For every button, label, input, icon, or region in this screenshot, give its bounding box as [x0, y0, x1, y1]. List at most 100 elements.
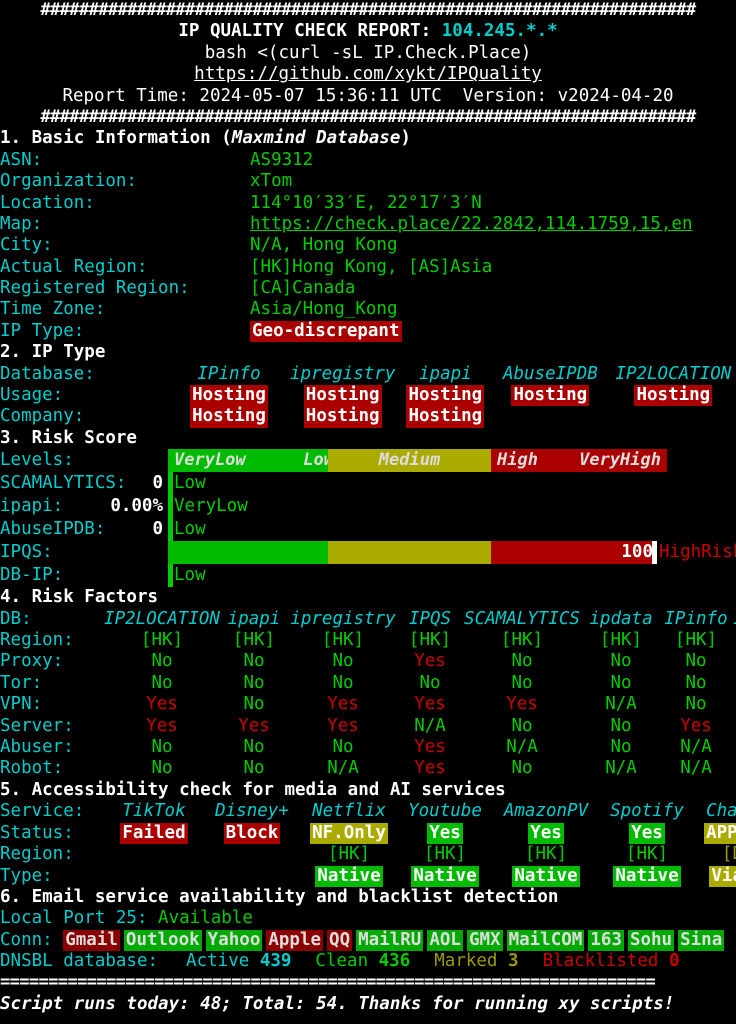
version-value: v2024-04-20 [558, 86, 674, 106]
table-row: Service:TikTokDisney+NetflixYoutubeAmazo… [0, 801, 736, 822]
cell: N/A [732, 758, 736, 779]
status-badge: APPOnly [704, 823, 736, 844]
mail-service-badge: Sina [678, 930, 724, 951]
dnsbl-name: Clean [315, 951, 378, 971]
cell: Native [600, 866, 694, 887]
cell: N/A [582, 758, 660, 779]
cell: Native [492, 866, 600, 887]
cell: Yes [398, 758, 462, 779]
report-url[interactable]: https://github.com/xykt/IPQuality [0, 64, 736, 85]
table-row: Abuser:NoNoNoYesN/ANoN/AN/A [0, 737, 736, 758]
basic-info-value: xTom [250, 171, 292, 192]
cell: N/A [732, 737, 736, 758]
cell [204, 844, 300, 865]
service-header: AmazonPV [492, 801, 600, 822]
table-row: Proxy:NoNoNoYesNoNoNoYes [0, 651, 736, 672]
header-rule-bottom: ########################################… [0, 107, 736, 128]
risk-rating-label: Low [174, 565, 206, 586]
version-label: Version: [442, 86, 558, 106]
risk-bar-fill [168, 541, 328, 564]
basic-info-row: Registered Region:[CA]Canada [0, 278, 736, 299]
row-label: Server: [0, 716, 104, 737]
dnsbl-name: Marked [434, 951, 508, 971]
cell: No [660, 651, 732, 672]
section3-heading: 3. Risk Score [0, 428, 736, 449]
cell: Yes [104, 716, 220, 737]
cell: No [462, 651, 582, 672]
cell: No [462, 673, 582, 694]
cell: Yes [104, 694, 220, 715]
section1-heading: 1. Basic Information (Maxmind Database) [0, 128, 736, 149]
basic-info-value: Asia/Hong_Kong [250, 299, 398, 320]
status-badge: Hosting [406, 406, 484, 427]
section6-heading: 6. Email service availability and blackl… [0, 887, 736, 908]
row-label: Service: [0, 801, 104, 822]
cell: N/A [462, 737, 582, 758]
local-port-label: Local Port 25: [0, 908, 158, 928]
cell: Hosting [290, 385, 395, 406]
db-header: IPQS [398, 609, 462, 630]
cell: [HK] [462, 630, 582, 651]
cell: No [732, 673, 736, 694]
risk-score-value: 100 [565, 542, 653, 563]
status-badge: Hosting [304, 406, 382, 427]
cell: Native [300, 866, 398, 887]
dnsbl-count: 436 [379, 951, 411, 971]
mail-service-badge: Sohu [628, 930, 674, 951]
basic-info-label: Actual Region: [0, 257, 250, 278]
cell: No [220, 737, 288, 758]
mail-service-badge: MailRU [356, 930, 423, 951]
section5-heading: 5. Accessibility check for media and AI … [0, 780, 736, 801]
cell: No [220, 673, 288, 694]
cell: APPOnly [694, 823, 736, 844]
cell: No [582, 673, 660, 694]
risk-level-label: VeryHigh [579, 450, 661, 471]
report-time-value: 2024-05-07 15:36:11 UTC [199, 86, 441, 106]
dnsbl-values: Active 439Clean 436Marked 3Blacklisted 0 [158, 951, 680, 971]
map-link[interactable]: https://check.place/22.2842,114.1759,15,… [250, 214, 693, 235]
table-row: Server:YesYesYesN/ANoNoYesYes [0, 716, 736, 737]
basic-information-list: ASN:AS9312Organization:xTomLocation:114°… [0, 150, 736, 321]
local-port-value: Available [158, 908, 253, 928]
service-header: Spotify [600, 801, 694, 822]
risk-score-value: 0 [0, 519, 163, 540]
risk-level-segment: VeryLowLow [168, 449, 340, 472]
table-row: Region:[HK][HK][HK][HK][DE] [0, 844, 736, 865]
basic-info-row: Actual Region:[HK]Hong Kong, [AS]Asia [0, 257, 736, 278]
basic-info-label: Organization: [0, 171, 250, 192]
footer-rule: ========================================… [0, 972, 736, 993]
status-badge: Hosting [190, 406, 268, 427]
db-header: ipapi [395, 364, 495, 385]
basic-info-label: Location: [0, 193, 250, 214]
table-row: DB:IP2LOCATIONipapiipregistryIPQSSCAMALY… [0, 609, 736, 630]
status-badge: Yes [427, 823, 463, 844]
table-row: Usage:HostingHostingHostingHostingHostin… [0, 385, 736, 406]
risk-level-label: High [497, 450, 538, 471]
cell: N/A [288, 758, 398, 779]
cell: No [288, 651, 398, 672]
risk-rating-label: Low [174, 473, 206, 494]
table-row: Region:[HK][HK][HK][HK][HK][HK][HK][HK] [0, 630, 736, 651]
cell: No [660, 694, 732, 715]
cell: Hosting [168, 385, 290, 406]
db-header: ipregistry [288, 609, 398, 630]
section1-heading-db: Maxmind Database [232, 128, 401, 148]
basic-info-row: ASN:AS9312 [0, 150, 736, 171]
conn-row: Conn: GmailOutlookYahooAppleQQMailRUAOLG… [0, 930, 736, 951]
cell: Yes [600, 823, 694, 844]
row-label: Abuser: [0, 737, 104, 758]
basic-info-row: Time Zone:Asia/Hong_Kong [0, 299, 736, 320]
db-header: SCAMALYTICS [462, 609, 582, 630]
cell: Native [398, 866, 492, 887]
section1-heading-num: 1. Basic Information ( [0, 128, 232, 148]
section4-heading: 4. Risk Factors [0, 587, 736, 608]
cell: No [582, 716, 660, 737]
cell: No [288, 737, 398, 758]
cell: [HK] [300, 844, 398, 865]
dnsbl-entry: Active 439 [186, 951, 291, 971]
report-time-line: Report Time: 2024-05-07 15:36:11 UTC Ver… [0, 86, 736, 107]
cell: [HK] [600, 844, 694, 865]
table-row: Robot:NoNoN/AYesNoN/AN/AN/A [0, 758, 736, 779]
row-label: Usage: [0, 385, 168, 406]
risk-score-row: ipapi:0.00%VeryLow [0, 495, 736, 518]
